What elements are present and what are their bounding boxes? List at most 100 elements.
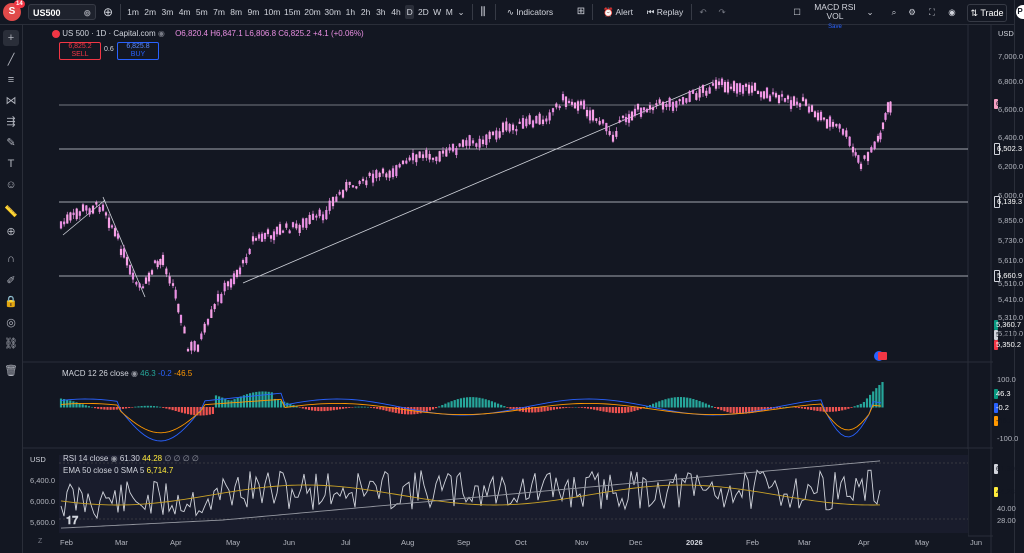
candle: [729, 86, 733, 89]
pattern-icon[interactable]: ⋈: [3, 93, 19, 109]
rsi-legend[interactable]: RSI 14 close ◉ 61.30 44.28 ∅ ∅ ∅ ∅: [63, 454, 199, 463]
macd-legend[interactable]: MACD 12 26 close ◉ 46.3 -0.2 -46.5: [62, 369, 192, 378]
legend-eye-icon[interactable]: ◉: [111, 454, 118, 463]
symbol-title[interactable]: US 500 · 1D · Capital.com: [62, 29, 155, 38]
link-icon[interactable]: ⛓: [3, 336, 19, 352]
candle: [848, 136, 851, 146]
profile-avatar[interactable]: P: [1016, 5, 1024, 19]
magnet-icon[interactable]: ∩: [3, 251, 19, 267]
layout-checkbox-icon[interactable]: ☐: [792, 5, 802, 19]
macd-histogram-bar: [692, 398, 695, 408]
lock-draw-icon[interactable]: ✐: [3, 273, 19, 289]
trash-icon[interactable]: 🗑: [3, 363, 19, 379]
price-legend: US 500 · 1D · Capital.com ◉ O6,820.4 H6,…: [52, 29, 364, 38]
macd-histogram-bar: [816, 407, 819, 411]
chevron-down-icon[interactable]: ⌄: [866, 5, 874, 19]
interval-3h[interactable]: 3h: [375, 5, 387, 19]
interval-5m[interactable]: 5m: [195, 5, 209, 19]
interval-w[interactable]: W: [433, 5, 442, 19]
fib-icon[interactable]: ≡: [3, 72, 19, 88]
interval-20m[interactable]: 20m: [304, 5, 321, 19]
candle: [478, 138, 481, 148]
fullscreen-icon[interactable]: ⛶: [926, 5, 938, 19]
price-tag: 6,139.3: [994, 196, 1022, 208]
candle: [822, 117, 826, 120]
time-axis-label: May: [915, 538, 930, 547]
currency-label[interactable]: USD: [998, 29, 1014, 38]
interval-9m[interactable]: 9m: [246, 5, 260, 19]
tradingview-logo[interactable]: 𝟏𝟕: [66, 515, 78, 528]
interval-m[interactable]: M: [445, 5, 454, 19]
undo-icon[interactable]: ↶: [697, 5, 709, 19]
zoom-reset-icon[interactable]: Z: [38, 538, 42, 545]
trade-button[interactable]: ⇅ Trade: [967, 4, 1007, 22]
sell-button[interactable]: 6,825.2 SELL: [59, 42, 101, 60]
interval-dropdown-icon[interactable]: ⌄: [457, 5, 465, 19]
interval-2d[interactable]: 2D: [417, 5, 429, 19]
emoji-icon[interactable]: ☺: [3, 177, 19, 193]
macd-histogram-bar: [431, 407, 435, 410]
indicators-button[interactable]: ∿ Indicators: [502, 5, 558, 19]
legend-eye-icon[interactable]: ◉: [131, 369, 138, 378]
trendline-icon[interactable]: ╱: [3, 52, 19, 68]
layout-name-button[interactable]: MACD RSI VOL Save: [806, 3, 864, 31]
candle: [177, 303, 180, 313]
macd-axis-100: 100.0: [997, 375, 1016, 384]
ruler-icon[interactable]: 📏: [3, 204, 19, 220]
ema-legend[interactable]: EMA 50 close 0 SMA 5 6,714.7: [63, 466, 173, 475]
candle: [511, 124, 515, 131]
interval-7m[interactable]: 7m: [212, 5, 226, 19]
macd-histogram-bar: [732, 407, 735, 414]
macd-histogram-bar: [326, 407, 329, 411]
macd-histogram-bar: [159, 406, 162, 408]
interval-2h[interactable]: 2h: [360, 5, 372, 19]
macd-histogram-bar: [661, 400, 664, 408]
quick-search-icon[interactable]: ⌕: [888, 5, 900, 19]
crosshair-icon[interactable]: +: [3, 30, 19, 46]
zoom-icon[interactable]: ⊕: [3, 224, 19, 240]
replay-button[interactable]: ⏮ Replay: [644, 5, 686, 19]
macd-histogram-bar: [695, 399, 698, 408]
add-symbol-icon[interactable]: ⊕: [101, 5, 115, 19]
macd-histogram-bar: [90, 406, 94, 408]
candle: [491, 131, 495, 136]
interval-8m[interactable]: 8m: [229, 5, 243, 19]
macd-histogram-bar: [97, 407, 100, 409]
macd-histogram-bar: [819, 407, 822, 412]
templates-icon[interactable]: ⊞: [574, 5, 588, 19]
alert-button[interactable]: ⏰ Alert: [598, 5, 638, 19]
interval-d[interactable]: D: [405, 5, 415, 19]
candle: [889, 101, 892, 113]
app-logo[interactable]: S 14: [3, 0, 25, 21]
chart-type-icon[interactable]: ⫼: [477, 5, 489, 19]
candle: [365, 180, 368, 186]
macd-histogram-bar: [658, 401, 661, 408]
interval-1h[interactable]: 1h: [344, 5, 356, 19]
macd-histogram-bar: [683, 397, 686, 408]
interval-3m[interactable]: 3m: [160, 5, 174, 19]
interval-4h[interactable]: 4h: [390, 5, 402, 19]
macd-histogram-bar: [624, 407, 627, 413]
interval-15m[interactable]: 15m: [284, 5, 301, 19]
settings-icon[interactable]: ⚙: [906, 5, 918, 19]
buy-button[interactable]: 6,825.8 BUY: [117, 42, 159, 60]
trendline-c[interactable]: [242, 81, 714, 284]
interval-30m[interactable]: 30m: [324, 5, 341, 19]
macd-pane: [59, 382, 884, 442]
interval-1m[interactable]: 1m: [126, 5, 140, 19]
redo-icon[interactable]: ↷: [716, 5, 728, 19]
candle: [795, 101, 799, 105]
forecast-icon[interactable]: ⇶: [3, 114, 19, 130]
legend-eye-icon[interactable]: ◉: [158, 29, 165, 38]
brush-icon[interactable]: ✎: [3, 135, 19, 151]
interval-4m[interactable]: 4m: [178, 5, 192, 19]
eye-icon[interactable]: ◎: [3, 315, 19, 331]
symbol-search-input[interactable]: US500 ⊚: [28, 4, 96, 20]
lock-icon[interactable]: 🔒: [3, 294, 19, 310]
camera-icon[interactable]: ◉: [946, 5, 958, 19]
price-tag: -46.5: [994, 416, 1014, 426]
interval-2m[interactable]: 2m: [143, 5, 157, 19]
candle: [238, 267, 242, 275]
interval-10m[interactable]: 10m: [264, 5, 281, 19]
text-icon[interactable]: T: [3, 156, 19, 172]
